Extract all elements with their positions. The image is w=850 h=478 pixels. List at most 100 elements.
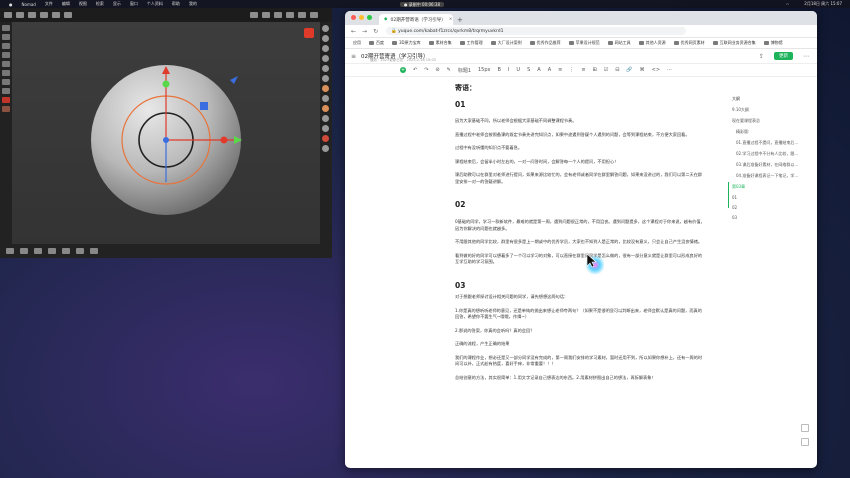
topology-icon[interactable]	[298, 12, 306, 18]
maximize-window-icon[interactable]	[367, 15, 372, 20]
minimize-window-icon[interactable]	[359, 15, 364, 20]
outline-item[interactable]: 03.课后准备好素材，在网络群以...	[732, 162, 812, 168]
clear-format-icon[interactable]: ⊘	[435, 67, 439, 73]
history-icon[interactable]	[2, 88, 10, 94]
menu-item-display[interactable]: 显示	[113, 1, 121, 7]
help-icon[interactable]	[801, 438, 809, 446]
outline-item[interactable]: 04.准备好课程表记一下笔记，学...	[732, 173, 812, 179]
strikethrough-icon[interactable]: S	[527, 67, 530, 73]
comment-icon[interactable]	[801, 424, 809, 432]
voxel-icon[interactable]	[48, 248, 56, 254]
scene-icon[interactable]	[28, 12, 36, 18]
command-icon[interactable]: ⌘	[640, 67, 645, 73]
sphere-gizmo-canvas[interactable]	[12, 22, 320, 244]
menu-item-help[interactable]: 帮助	[172, 1, 180, 7]
menu-item-view[interactable]: 视图	[79, 1, 87, 7]
close-window-icon[interactable]	[351, 15, 356, 20]
bookmark-item[interactable]: 苹果设计规范	[568, 40, 600, 46]
clock-text[interactable]: 2月18日 周六 15:07	[804, 1, 842, 7]
insert-icon[interactable]: +	[400, 67, 406, 73]
checkbox-icon[interactable]: ☑	[604, 67, 608, 73]
record-button[interactable]	[304, 28, 314, 38]
new-tab-icon[interactable]: +	[457, 16, 463, 24]
redo-icon[interactable]: ↷	[424, 67, 428, 73]
outline-item-active[interactable]: 第03章	[732, 184, 812, 190]
list-bullet-icon[interactable]: ≡	[581, 67, 585, 73]
apple-icon[interactable]: ●	[9, 2, 13, 7]
tool-brush-icon[interactable]	[322, 35, 329, 42]
light-icon[interactable]	[52, 12, 60, 18]
files-icon[interactable]	[16, 12, 24, 18]
update-button[interactable]: 更新	[774, 52, 793, 60]
bookmark-item[interactable]: 应用	[353, 40, 361, 46]
menu-item-profile[interactable]: 个人资料	[147, 1, 163, 7]
back-icon[interactable]: ←	[351, 28, 356, 35]
bookmark-item[interactable]: 百度	[369, 40, 384, 46]
tool-move-icon[interactable]	[322, 45, 329, 52]
bookmark-item[interactable]: 博物馆	[763, 40, 783, 46]
sidebar-toggle-icon[interactable]: ≡	[351, 53, 356, 60]
3d-viewport[interactable]	[12, 22, 320, 244]
bookmark-item[interactable]: 大厂设计案例	[490, 40, 522, 46]
format-painter-icon[interactable]: ✎	[447, 67, 451, 73]
sub-icon[interactable]	[2, 61, 10, 67]
bold-icon[interactable]: B	[498, 67, 501, 73]
list-ordered-icon[interactable]: ⋮	[569, 67, 574, 73]
menu-item-file[interactable]: 文件	[45, 1, 53, 7]
settings-icon[interactable]	[40, 12, 48, 18]
bookmark-item[interactable]: 网站工具	[607, 40, 631, 46]
heading-select[interactable]: 标题1	[458, 67, 471, 74]
camera-icon[interactable]	[64, 12, 72, 18]
link-icon[interactable]: 🔗	[626, 67, 632, 73]
material-icon[interactable]	[286, 12, 294, 18]
bookmark-item[interactable]: 3D原力宝库	[392, 40, 421, 46]
code-icon[interactable]: <>	[652, 67, 660, 73]
tool-trim-icon[interactable]	[322, 125, 329, 132]
font-color-icon[interactable]: A	[537, 67, 540, 73]
reload-icon[interactable]: ↻	[373, 28, 378, 35]
doc-body[interactable]: 寄语： 01 因为大家基础不同，所以老师会根据大家基础不同调整课程节奏。 直播过…	[455, 83, 705, 381]
undo-icon[interactable]: ↶	[413, 67, 417, 73]
tool-gizmo-icon[interactable]	[322, 135, 329, 142]
outline-item[interactable]: 现在要课程表总	[732, 118, 812, 124]
outline-item[interactable]: 02	[732, 205, 812, 210]
bookmark-item[interactable]: 互联网业务资源合集	[712, 40, 756, 46]
align-icon[interactable]: ≡	[558, 67, 562, 73]
tool-icon[interactable]	[274, 12, 282, 18]
view-icon[interactable]	[34, 248, 42, 254]
tool-crease-icon[interactable]	[322, 85, 329, 92]
quote-icon[interactable]: ⊟	[615, 67, 619, 73]
tool-mask-icon[interactable]	[322, 95, 329, 102]
tool-inflate-icon[interactable]	[322, 75, 329, 82]
tool-select-icon[interactable]	[322, 115, 329, 122]
tool-extra-icon[interactable]	[322, 145, 329, 152]
radius-slider[interactable]	[2, 25, 10, 31]
tool-paint-icon[interactable]	[322, 105, 329, 112]
bookmark-item[interactable]: 工作管理	[459, 40, 483, 46]
underline-icon[interactable]: U	[516, 67, 520, 73]
outline-item[interactable]: 01.直播过程不提问，直播结束后...	[732, 140, 812, 146]
gear-icon[interactable]	[310, 12, 318, 18]
menu-item-mine[interactable]: 我的	[189, 1, 197, 7]
redo-icon[interactable]	[20, 248, 28, 254]
font-size-select[interactable]: 15px	[478, 67, 491, 73]
browser-tab[interactable]: ◆ 02期开营寄语（学习引导） ×	[379, 14, 453, 25]
menu-item-edit[interactable]: 编辑	[62, 1, 70, 7]
symmetry-icon[interactable]	[2, 79, 10, 85]
share-icon[interactable]: ⇪	[759, 53, 764, 60]
outline-item[interactable]: 02.学习过程中不分有人比较，跟...	[732, 151, 812, 157]
falloff-icon[interactable]	[2, 43, 10, 49]
tool-flatten-icon[interactable]	[322, 65, 329, 72]
wifi-icon[interactable]: ◠	[786, 2, 790, 7]
outline-item[interactable]: 01	[732, 195, 812, 200]
more-icon[interactable]: ⋯	[803, 53, 809, 60]
bookmark-item[interactable]: 优秀网页素材	[673, 40, 705, 46]
tool-clay-icon[interactable]	[322, 25, 329, 32]
menu-icon[interactable]	[4, 12, 12, 18]
bookmark-item[interactable]: 其他人资源	[638, 40, 666, 46]
bookmark-item[interactable]: 优秀作品推荐	[529, 40, 561, 46]
italic-icon[interactable]: I	[508, 67, 509, 73]
table-icon[interactable]: ⊞	[593, 67, 597, 73]
close-tab-icon[interactable]: ×	[449, 17, 453, 22]
highlight-icon[interactable]: A	[548, 67, 551, 73]
